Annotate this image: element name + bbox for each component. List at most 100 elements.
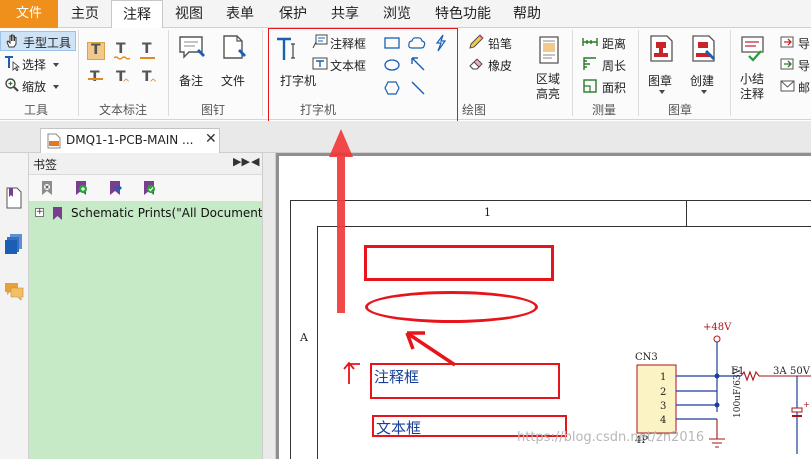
tab-browse[interactable]: 浏览 (375, 0, 419, 28)
callout-leader-icon (343, 361, 360, 384)
comments-panel-icon[interactable] (4, 281, 24, 301)
area-button[interactable]: 面积 (580, 76, 630, 96)
expand-icon[interactable]: + (35, 208, 44, 217)
callout-annotation-box[interactable]: 注释框 (370, 363, 560, 399)
tab-help[interactable]: 帮助 (505, 0, 549, 28)
frame-border (686, 200, 687, 226)
divider (638, 30, 639, 116)
oval-annotation[interactable] (365, 291, 538, 323)
export-label: 导 (798, 59, 811, 73)
zoom-tool-button[interactable]: 缩放 (0, 75, 76, 95)
area-highlight-button[interactable]: 区域高亮 (532, 32, 566, 102)
bookmark-panel-title: 书签 (33, 158, 58, 172)
create-stamp-button[interactable]: 创建 (686, 32, 722, 102)
connector-pin-4: 4 (660, 415, 667, 426)
tab-comment[interactable]: 注释 (111, 0, 163, 29)
expand-panel-icon[interactable]: ▶▶ (233, 155, 250, 168)
pdf-page[interactable]: 1 A 注释框 文本框 +48V + CN3 1 2 3 4 4P F1 3A … (279, 156, 811, 459)
tab-view[interactable]: 视图 (167, 0, 211, 28)
pencil-button[interactable]: 铅笔 (466, 32, 526, 52)
drawing-group-label: 绘图 (462, 103, 487, 117)
area-label: 面积 (602, 81, 627, 95)
delete-bookmark-icon[interactable] (39, 180, 55, 196)
eraser-label: 橡皮 (488, 59, 513, 73)
frame-border (317, 226, 811, 227)
create-stamp-icon (692, 35, 715, 62)
chevron-down-icon (701, 90, 707, 94)
select-tool-button[interactable]: 选择 (0, 53, 76, 73)
supply-voltage-label: +48V (703, 322, 732, 333)
document-tab-bar: DMQ1-1-PCB-MAIN ... ✕ (0, 121, 811, 153)
insert-text-button[interactable]: T ^ (139, 69, 157, 89)
squiggle-line-icon (114, 56, 130, 60)
select-tool-label: 选择 (22, 58, 47, 72)
bookmark-panel-icon[interactable] (5, 187, 23, 209)
ribbon: 手型工具 选择 缩放 工具 T T T T T ^ T ^ 文本标注 备注 文件… (0, 28, 811, 125)
bookmark-item-label: Schematic Prints("All Documents",I (71, 206, 282, 220)
add-bookmark-icon[interactable] (73, 180, 89, 196)
hand-tool-label: 手型工具 (23, 36, 72, 50)
strikeout-button[interactable]: T (87, 69, 105, 88)
svg-text:+: + (803, 400, 810, 409)
summary-label: 小结注释 (740, 72, 765, 101)
squiggly-button[interactable]: T (113, 41, 131, 60)
collapse-panel-icon[interactable]: ◀ (251, 155, 259, 168)
area-highlight-label: 区域高亮 (536, 72, 561, 101)
document-tab-title: DMQ1-1-PCB-MAIN ... (66, 133, 194, 147)
eraser-button[interactable]: 橡皮 (466, 54, 526, 74)
verify-bookmark-icon[interactable] (141, 180, 157, 196)
bookmark-icon (53, 207, 62, 220)
summarize-comments-button[interactable]: 小结注释 (736, 32, 770, 102)
tab-features[interactable]: 特色功能 (427, 0, 499, 28)
replace-text-button[interactable]: T ^ (113, 69, 131, 89)
area-highlight-icon (539, 36, 559, 64)
highlight-text-button[interactable]: T (87, 42, 105, 60)
file-attach-icon (223, 35, 246, 59)
distance-label: 距离 (602, 37, 627, 51)
connector-pin-2: 2 (660, 387, 667, 398)
move-bookmark-icon[interactable] (107, 180, 123, 196)
callout-annotation-text: 注释框 (374, 368, 420, 386)
rectangle-annotation[interactable] (364, 245, 554, 281)
textbox-annotation-text: 文本框 (376, 419, 422, 437)
pdf-file-icon (47, 133, 61, 149)
stamp-group-label: 图章 (668, 103, 693, 117)
chevron-down-icon (53, 63, 59, 67)
file-label: 文件 (221, 74, 246, 88)
red-pointer-arrow (329, 129, 353, 313)
menu-bar: 文件 主页 注释 视图 表单 保护 共享 浏览 特色功能 帮助 (0, 0, 811, 29)
hand-tool-button[interactable]: 手型工具 (0, 31, 76, 51)
bookmark-item[interactable]: + Schematic Prints("All Documents",I (33, 205, 282, 223)
tab-protect[interactable]: 保护 (271, 0, 315, 28)
strikeout-icon: T (90, 69, 100, 85)
tab-share[interactable]: 共享 (323, 0, 367, 28)
close-icon[interactable]: ✕ (205, 131, 217, 147)
connector-pin-1: 1 (660, 372, 667, 383)
perimeter-button[interactable]: 周长 (580, 54, 630, 74)
export-icon (780, 58, 794, 70)
stamp-button[interactable]: 图章 (644, 32, 680, 102)
distance-button[interactable]: 距离 (580, 32, 630, 52)
text-markup-group-label: 文本标注 (99, 103, 148, 117)
import-button[interactable]: 导 (778, 32, 811, 52)
export-button[interactable]: 导 (778, 54, 811, 74)
stamp-label: 图章 (648, 74, 673, 88)
watermark: https://blog.csdn.net/zn2016 (517, 430, 705, 445)
panel-splitter[interactable] (262, 153, 276, 459)
capacitor-value: 100uF/63V (733, 367, 743, 418)
frame-border (290, 200, 291, 459)
underline-button[interactable]: T (139, 41, 157, 60)
chevron-down-icon (659, 90, 665, 94)
pages-panel-icon[interactable] (4, 233, 24, 255)
attach-file-button[interactable]: 文件 (216, 32, 252, 92)
email-button[interactable]: 邮 (778, 76, 811, 96)
tab-home[interactable]: 主页 (63, 0, 107, 28)
divider (78, 30, 79, 116)
stamp-icon (650, 35, 673, 62)
email-icon (780, 80, 795, 92)
tab-form[interactable]: 表单 (218, 0, 262, 28)
fuse-value: 3A (773, 366, 787, 377)
note-button[interactable]: 备注 (174, 32, 210, 92)
file-menu[interactable]: 文件 (0, 0, 58, 28)
document-tab[interactable]: DMQ1-1-PCB-MAIN ... ✕ (40, 128, 220, 153)
